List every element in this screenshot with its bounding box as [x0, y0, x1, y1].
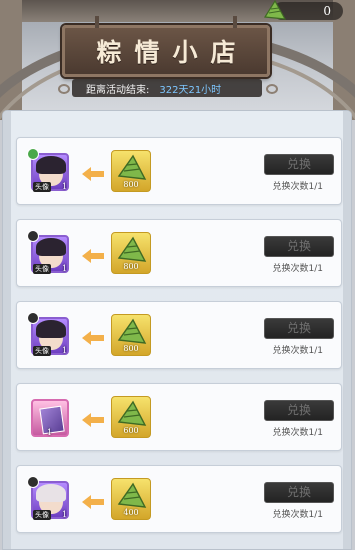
reward-quantity: 1 — [47, 428, 53, 437]
yinyang-badge-icon — [27, 230, 39, 242]
sign-hook — [233, 16, 237, 28]
reward-tag: 头像 — [33, 346, 51, 356]
exchange-limit: 兑换次数1/1 — [272, 510, 324, 520]
reward-quantity: 1 — [62, 510, 68, 519]
zongzi-cost-item[interactable]: 800 — [111, 314, 151, 356]
shop-row: 头像 1 400 兑换 兑换次数1/1 — [16, 465, 342, 533]
exchange-button[interactable]: 兑换 — [264, 154, 334, 175]
exchange-button[interactable]: 兑换 — [264, 236, 334, 257]
avatar-hair — [36, 484, 66, 502]
leaf-badge-icon — [27, 148, 39, 160]
exchange-button[interactable]: 兑换 — [264, 482, 334, 503]
arrow-left-icon — [82, 167, 104, 181]
zongzi-cost-item[interactable]: 600 — [111, 396, 151, 438]
avatar-hair — [36, 238, 66, 256]
exchange-button[interactable]: 兑换 — [264, 318, 334, 339]
cost-value: 600 — [123, 426, 139, 435]
shop-row: 1 600 兑换 兑换次数1/1 — [16, 383, 342, 451]
shop-row: 头像 1 800 兑换 兑换次数1/1 — [16, 301, 342, 369]
exchange-button[interactable]: 兑换 — [264, 400, 334, 421]
shop-panel[interactable]: 头像 1 800 兑换 兑换次数1/1 头像 1 800 兑换 兑换次数1/1 … — [2, 110, 352, 550]
zongzi-cost-item[interactable]: 800 — [111, 150, 151, 192]
cost-value: 800 — [123, 180, 139, 189]
zongzi-icon — [117, 400, 147, 426]
reward-quantity: 1 — [62, 182, 68, 191]
avatar-hair — [36, 156, 66, 174]
panel-edge — [3, 111, 11, 549]
reward-tag: 头像 — [33, 510, 51, 520]
cost-value: 400 — [123, 508, 139, 517]
currency-counter[interactable]: 0 — [263, 0, 343, 20]
zongzi-cost-item[interactable]: 400 — [111, 478, 151, 520]
arrow-left-icon — [82, 495, 104, 509]
avatar-hair — [36, 320, 66, 338]
ornament — [266, 84, 278, 94]
shop-row: 头像 1 800 兑换 兑换次数1/1 — [16, 137, 342, 205]
zongzi-icon — [117, 154, 147, 180]
exchange-limit: 兑换次数1/1 — [272, 264, 324, 274]
exchange-limit: 兑换次数1/1 — [272, 346, 324, 356]
shop-row: 头像 1 800 兑换 兑换次数1/1 — [16, 219, 342, 287]
zongzi-icon — [263, 0, 287, 20]
arrow-left-icon — [82, 331, 104, 345]
panel-edge — [343, 111, 351, 549]
event-timer: 距离活动结束: 322天21小时 — [72, 79, 262, 97]
reward-tag: 头像 — [33, 182, 51, 192]
reward-quantity: 1 — [62, 264, 68, 273]
arrow-left-icon — [82, 413, 104, 427]
reward-quantity: 1 — [62, 346, 68, 355]
exchange-limit: 兑换次数1/1 — [272, 428, 324, 438]
reward-tag: 头像 — [33, 264, 51, 274]
yinyang-badge-icon — [27, 476, 39, 488]
zongzi-icon — [117, 482, 147, 508]
exchange-limit: 兑换次数1/1 — [272, 182, 324, 192]
zongzi-icon — [117, 236, 147, 262]
timer-label: 距离活动结束: — [86, 84, 150, 96]
zongzi-icon — [117, 318, 147, 344]
cost-value: 800 — [123, 344, 139, 353]
timer-value: 322天21小时 — [159, 84, 222, 96]
currency-value: 0 — [323, 4, 331, 18]
zongzi-cost-item[interactable]: 800 — [111, 232, 151, 274]
yinyang-badge-icon — [27, 312, 39, 324]
ornament — [58, 84, 70, 94]
page-title: 粽情小店 — [96, 38, 249, 67]
cost-value: 800 — [123, 262, 139, 271]
sign-hook — [95, 16, 99, 28]
arrow-left-icon — [82, 249, 104, 263]
shop-title-sign: 粽情小店 — [62, 16, 270, 77]
